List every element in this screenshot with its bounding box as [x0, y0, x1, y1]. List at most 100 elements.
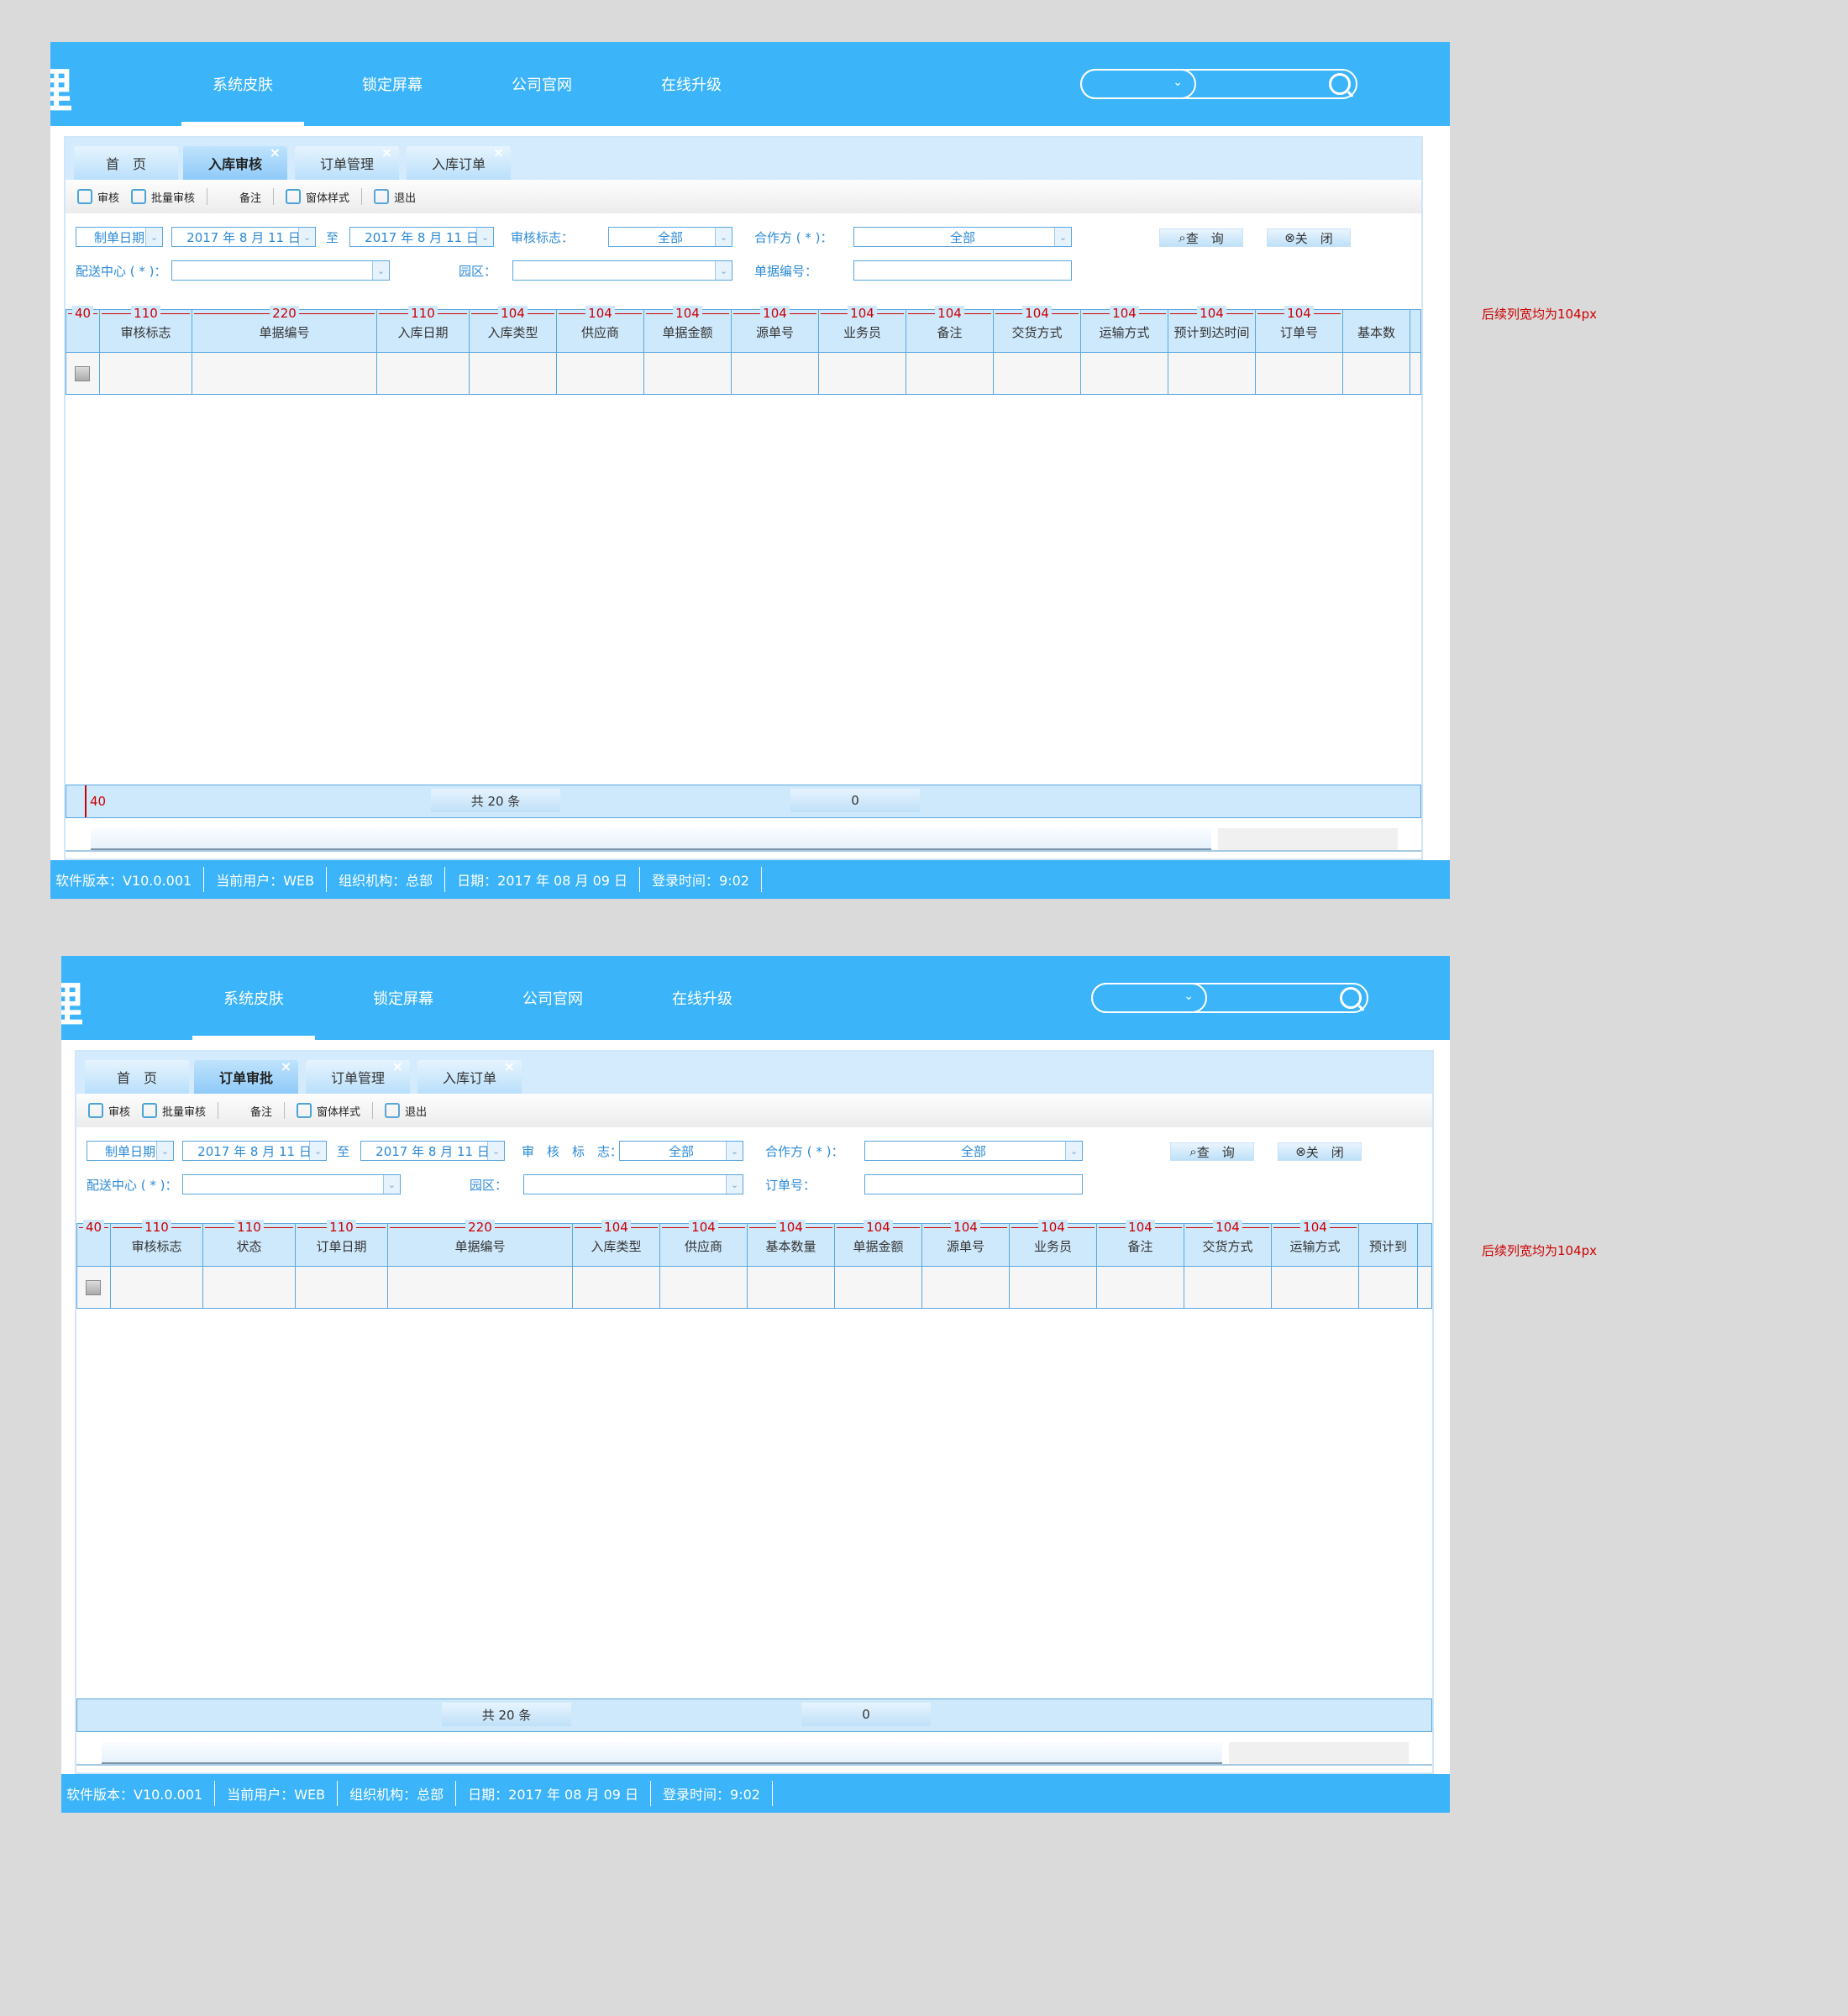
column-header[interactable]: 104 业务员 — [819, 306, 906, 352]
grid-cell[interactable] — [1097, 1267, 1184, 1308]
grid-cell[interactable] — [573, 1267, 660, 1308]
grid-cell[interactable] — [203, 1267, 296, 1308]
grid-cell[interactable] — [296, 1267, 388, 1308]
scrollbar-track[interactable] — [1218, 828, 1398, 850]
column-header[interactable]: 40 — [77, 1220, 111, 1266]
column-header[interactable]: 104 交货方式 — [994, 306, 1081, 352]
chevron-down-icon[interactable]: ⌄ — [1065, 1142, 1082, 1160]
chevron-down-icon[interactable]: ⌄ — [145, 228, 162, 246]
grid-cell[interactable] — [1081, 353, 1168, 394]
horizontal-scrollbar[interactable] — [76, 1740, 1432, 1766]
column-header[interactable]: 104 入库类型 — [470, 306, 557, 352]
chevron-down-icon[interactable]: ⌄ — [476, 228, 493, 246]
grid-cell[interactable] — [835, 1267, 922, 1308]
close-icon[interactable]: × — [392, 1058, 403, 1074]
tab[interactable]: 首 页 — [85, 1060, 189, 1094]
tab[interactable]: 首 页 — [74, 146, 178, 180]
chevron-down-icon[interactable]: ⌄ — [726, 1142, 743, 1160]
column-header[interactable]: 104 预计到达时间 — [1168, 306, 1256, 352]
audit-flag-select[interactable]: 全部 ⌄ — [619, 1141, 743, 1161]
column-header[interactable]: 104 运输方式 — [1081, 306, 1168, 352]
nav-item[interactable]: 在线升级 — [627, 956, 777, 1040]
chevron-down-icon[interactable]: ⌄ — [1054, 228, 1071, 246]
date-type-select[interactable]: 制单日期 ⌄ — [87, 1141, 174, 1161]
column-header[interactable]: 104 交货方式 — [1184, 1220, 1272, 1266]
grid-cell[interactable] — [111, 1267, 203, 1308]
query-button[interactable]: ⌕ 查 询 — [1170, 1142, 1254, 1161]
grid-cell[interactable] — [1168, 353, 1256, 394]
search-icon[interactable] — [1329, 73, 1351, 95]
nav-item[interactable]: 公司官网 — [478, 956, 627, 1040]
chevron-down-icon[interactable]: ⌄ — [372, 261, 389, 280]
toolbar-button[interactable]: 审核 — [88, 1103, 130, 1119]
grid-cell[interactable] — [1343, 353, 1410, 394]
tab[interactable]: 订单管理 × — [306, 1058, 410, 1094]
nav-item[interactable]: 系统皮肤 — [168, 42, 318, 126]
close-button[interactable]: ⊗ 关 闭 — [1267, 228, 1351, 247]
close-icon[interactable]: × — [270, 144, 281, 160]
partner-select[interactable]: 全部 ⌄ — [853, 227, 1072, 247]
column-header[interactable]: 104 备注 — [1097, 1220, 1184, 1266]
date-to-picker[interactable]: 2017 年 8 月 11 日 ⌄ — [349, 227, 494, 247]
column-header[interactable]: 104 订单号 — [1256, 306, 1343, 352]
nav-item[interactable]: 锁定屏幕 — [318, 42, 467, 126]
horizontal-scrollbar[interactable] — [66, 827, 1421, 852]
column-header[interactable]: 110 审核标志 — [100, 306, 192, 352]
column-header[interactable]: 40 — [66, 306, 100, 352]
search-category-select[interactable]: ⌄ — [1080, 69, 1196, 99]
column-header[interactable]: 104 供应商 — [660, 1220, 748, 1266]
audit-flag-select[interactable]: 全部 ⌄ — [608, 227, 732, 247]
close-icon[interactable]: × — [504, 1058, 515, 1074]
column-header[interactable]: 104 备注 — [906, 306, 994, 352]
column-header[interactable]: 220 单据编号 — [192, 306, 377, 352]
toolbar-button[interactable]: 批量审核 — [131, 189, 195, 205]
row-checkbox[interactable] — [75, 366, 90, 381]
column-header[interactable]: 110 订单日期 — [296, 1220, 388, 1266]
chevron-down-icon[interactable]: ⌄ — [298, 228, 315, 246]
toolbar-button[interactable]: 审核 — [77, 189, 119, 205]
grid-cell[interactable] — [192, 353, 377, 394]
search-icon[interactable] — [1340, 987, 1362, 1009]
distribution-center-select[interactable]: ⌄ — [182, 1174, 401, 1194]
grid-cell[interactable] — [644, 353, 732, 394]
tab[interactable]: 订单管理 × — [295, 144, 399, 180]
column-header[interactable]: 104 源单号 — [922, 1220, 1010, 1266]
nav-item[interactable]: 在线升级 — [617, 42, 766, 126]
column-header[interactable]: 104 单据金额 — [644, 306, 732, 352]
grid-cell[interactable] — [906, 353, 994, 394]
column-header[interactable]: 104 供应商 — [557, 306, 644, 352]
distribution-center-select[interactable]: ⌄ — [171, 260, 390, 281]
column-header[interactable]: 104 运输方式 — [1272, 1220, 1359, 1266]
number-input[interactable] — [864, 1174, 1083, 1194]
grid-cell[interactable] — [922, 1267, 1010, 1308]
search-box[interactable]: ⌄ — [1091, 983, 1368, 1013]
date-to-picker[interactable]: 2017 年 8 月 11 日 ⌄ — [360, 1141, 505, 1161]
grid-cell[interactable] — [819, 353, 906, 394]
column-header[interactable]: 220 单据编号 — [388, 1220, 573, 1266]
tab[interactable]: 入库订单 × — [417, 1058, 522, 1094]
nav-item[interactable]: 公司官网 — [467, 42, 617, 126]
grid-cell[interactable] — [994, 353, 1081, 394]
toolbar-button[interactable]: 窗体样式 — [286, 189, 349, 205]
chevron-down-icon[interactable]: ⌄ — [715, 261, 732, 280]
chevron-down-icon[interactable]: ⌄ — [383, 1175, 400, 1194]
tab[interactable]: 订单审批 × — [194, 1058, 298, 1094]
grid-cell[interactable] — [77, 1267, 111, 1308]
scrollbar-thumb[interactable] — [91, 828, 1211, 850]
close-icon[interactable]: × — [381, 144, 392, 160]
column-header[interactable]: 104 源单号 — [732, 306, 819, 352]
scrollbar-track[interactable] — [1229, 1742, 1409, 1764]
grid-cell[interactable] — [660, 1267, 748, 1308]
tab[interactable]: 入库订单 × — [407, 144, 511, 180]
date-type-select[interactable]: 制单日期 ⌄ — [76, 227, 163, 247]
toolbar-button[interactable]: 退出 — [374, 189, 416, 205]
chevron-down-icon[interactable]: ⌄ — [726, 1175, 743, 1194]
grid-cell[interactable] — [1184, 1267, 1272, 1308]
date-from-picker[interactable]: 2017 年 8 月 11 日 ⌄ — [171, 227, 316, 247]
search-category-select[interactable]: ⌄ — [1091, 983, 1207, 1013]
grid-cell[interactable] — [748, 1267, 835, 1308]
chevron-down-icon[interactable]: ⌄ — [309, 1142, 326, 1160]
column-header[interactable]: 104 基本数量 — [748, 1220, 835, 1266]
toolbar-button[interactable]: 批量审核 — [142, 1103, 206, 1119]
query-button[interactable]: ⌕ 查 询 — [1159, 228, 1243, 247]
